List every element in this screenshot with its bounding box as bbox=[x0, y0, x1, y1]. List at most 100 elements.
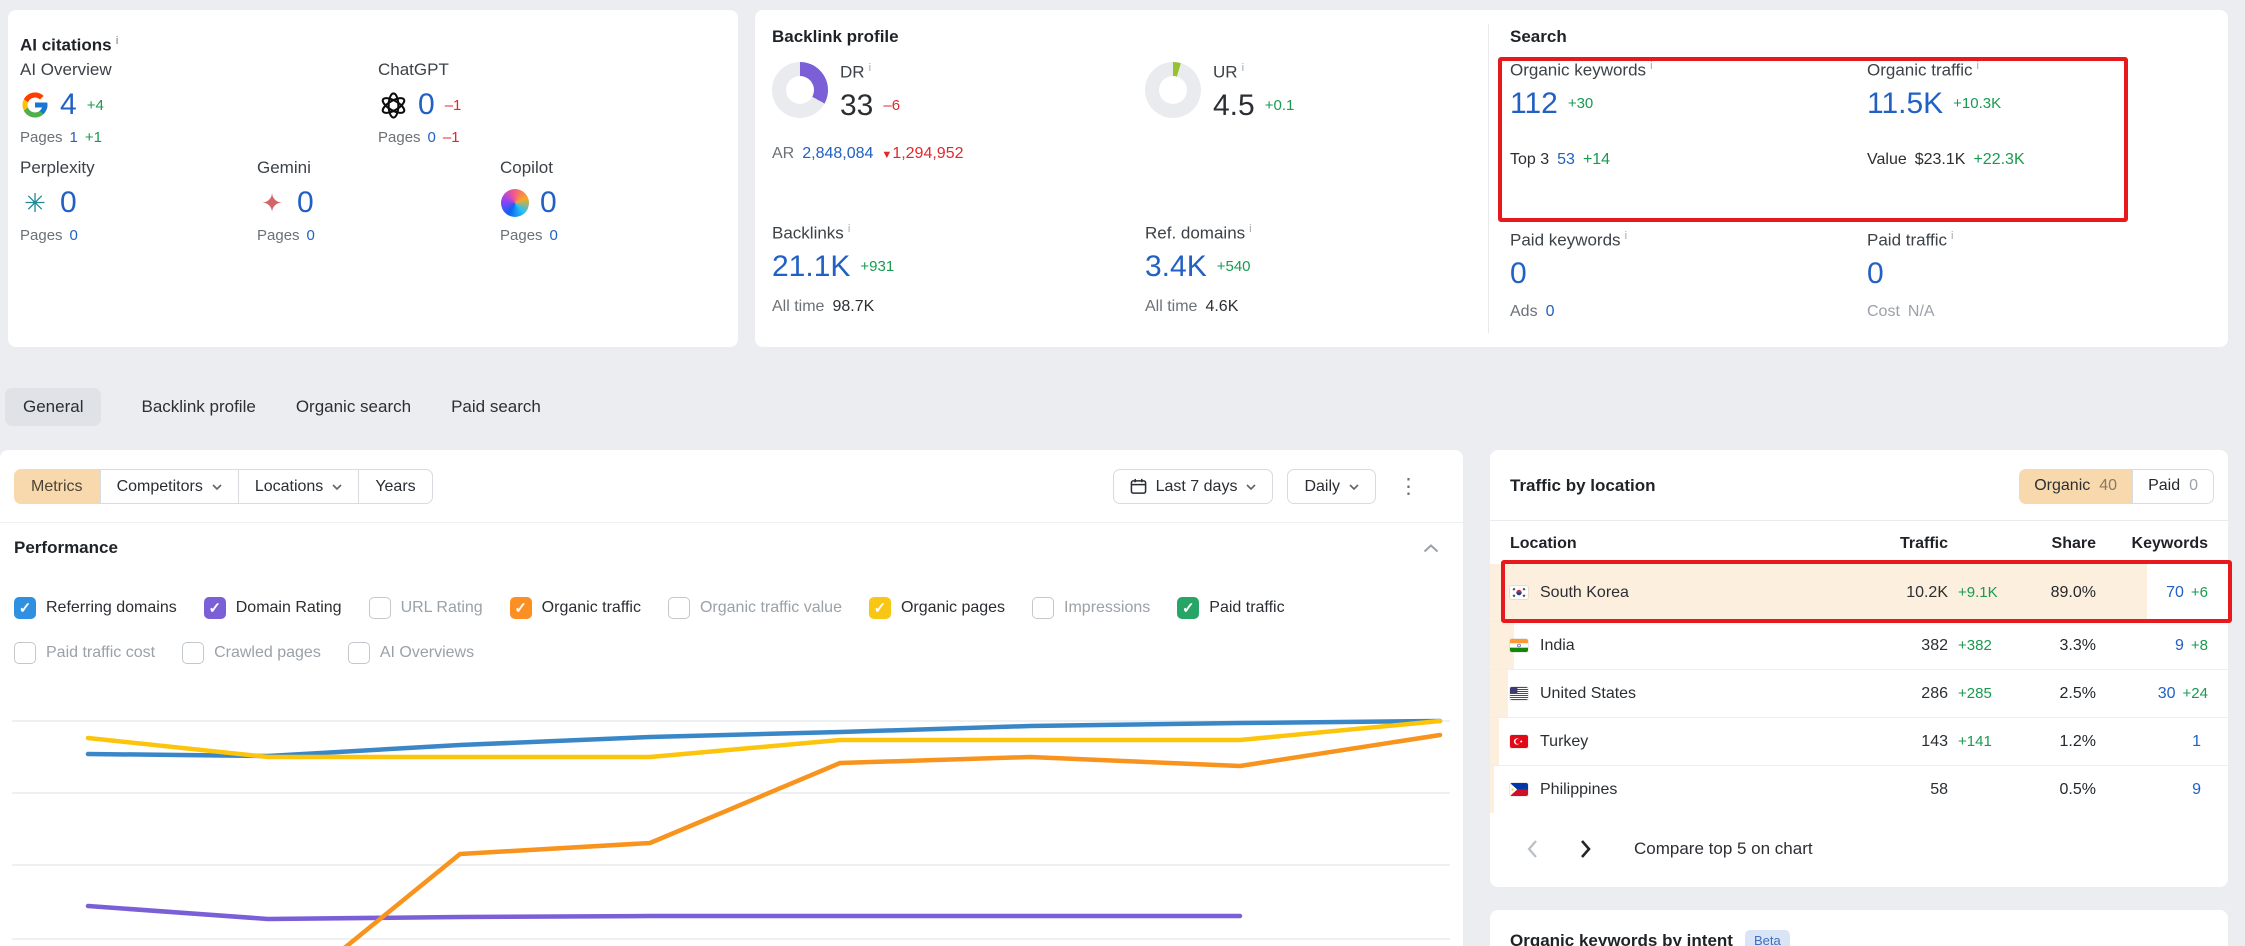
alltime-label: All time bbox=[1145, 298, 1197, 316]
dr-block: DRi 33–6 AR2,848,084▼1,294,952 bbox=[772, 62, 964, 163]
paid-keywords-block: Paid keywordsi 0 Ads0 bbox=[1510, 230, 1627, 321]
tab-general[interactable]: General bbox=[5, 388, 101, 426]
ads-value[interactable]: 0 bbox=[1546, 303, 1555, 321]
date-range-dropdown[interactable]: Last 7 days bbox=[1113, 469, 1274, 504]
ar-label: AR bbox=[772, 145, 794, 163]
location-table-rows: South Korea 10.2K +9.1K 89.0% 70+6 India… bbox=[1490, 564, 2228, 813]
chatgpt-citations-value[interactable]: 0 bbox=[418, 88, 435, 122]
paid-keywords-value[interactable]: 0 bbox=[1510, 257, 1527, 291]
cost-label: Cost bbox=[1867, 303, 1900, 321]
location-row-india[interactable]: India 382 +382 3.3% 9+8 bbox=[1490, 621, 2228, 669]
top3-value[interactable]: 53 bbox=[1557, 151, 1575, 169]
chevron-down-icon bbox=[332, 484, 342, 490]
location-row-south-korea[interactable]: South Korea 10.2K +9.1K 89.0% 70+6 bbox=[1490, 564, 2228, 621]
checkbox-icon: ✓ bbox=[510, 597, 532, 619]
checkbox-organic-pages[interactable]: ✓Organic pages bbox=[869, 597, 1005, 619]
flag-philippines-icon bbox=[1510, 783, 1528, 796]
gemini-block: Gemini ✦ 0 Pages0 bbox=[257, 158, 315, 244]
cost-value: N/A bbox=[1908, 303, 1935, 321]
checkbox-paid-traffic[interactable]: ✓Paid traffic bbox=[1177, 597, 1284, 619]
perplexity-icon: ✳ bbox=[20, 188, 50, 218]
ref-domains-delta: +540 bbox=[1217, 258, 1251, 275]
report-tabs: General Backlink profile Organic search … bbox=[5, 388, 541, 426]
perplexity-label: Perplexity bbox=[20, 158, 95, 178]
chevron-down-icon bbox=[1246, 484, 1256, 490]
checkbox-organic-traffic[interactable]: ✓Organic traffic bbox=[510, 597, 641, 619]
card-divider bbox=[1488, 24, 1489, 333]
pages-value[interactable]: 0 bbox=[550, 227, 558, 244]
info-icon: i bbox=[1977, 60, 1979, 72]
pages-value[interactable]: 1 bbox=[70, 129, 78, 146]
organic-keywords-value[interactable]: 112 bbox=[1510, 87, 1558, 121]
dr-value: 33 bbox=[840, 89, 873, 123]
ur-label: URi bbox=[1213, 62, 1294, 83]
checkbox-organic-traffic-value[interactable]: ✓Organic traffic value bbox=[668, 597, 842, 619]
pages-label: Pages bbox=[257, 227, 300, 244]
checkbox-icon: ✓ bbox=[14, 642, 36, 664]
perplexity-citations-value[interactable]: 0 bbox=[60, 186, 77, 220]
organic-traffic-value[interactable]: 11.5K bbox=[1867, 87, 1943, 121]
info-icon: i bbox=[869, 62, 871, 74]
alltime-label: All time bbox=[772, 298, 824, 316]
checkbox-referring-domains[interactable]: ✓Referring domains bbox=[14, 597, 177, 619]
tab-backlink-profile[interactable]: Backlink profile bbox=[141, 388, 255, 426]
checkbox-ai-overviews[interactable]: ✓AI Overviews bbox=[348, 642, 474, 664]
info-icon: i bbox=[1650, 60, 1652, 72]
flag-india-icon bbox=[1510, 639, 1528, 652]
performance-line-chart[interactable] bbox=[0, 680, 1463, 946]
location-row-united-states[interactable]: United States 286 +285 2.5% 30+24 bbox=[1490, 669, 2228, 717]
ur-donut-chart bbox=[1145, 62, 1201, 118]
traffic-by-location-card: Traffic by location Organic40 Paid0 Loca… bbox=[1490, 450, 2228, 887]
chevron-down-icon bbox=[1349, 484, 1359, 490]
granularity-dropdown[interactable]: Daily bbox=[1287, 469, 1376, 504]
compare-top5-link[interactable]: Compare top 5 on chart bbox=[1634, 839, 1813, 859]
paid-traffic-block: Paid traffici 0 Cost N/A bbox=[1867, 230, 1953, 321]
pages-label: Pages bbox=[20, 129, 63, 146]
copilot-citations-value[interactable]: 0 bbox=[540, 186, 557, 220]
pages-value[interactable]: 0 bbox=[428, 129, 436, 146]
locations-dropdown[interactable]: Locations bbox=[239, 469, 360, 504]
checkbox-crawled-pages[interactable]: ✓Crawled pages bbox=[182, 642, 321, 664]
toggle-organic[interactable]: Organic40 bbox=[2019, 469, 2132, 504]
column-keywords: Keywords bbox=[2096, 535, 2208, 553]
copilot-label: Copilot bbox=[500, 158, 558, 178]
value-delta: +22.3K bbox=[1973, 151, 2024, 169]
beta-badge: Beta bbox=[1745, 930, 1790, 946]
pages-value[interactable]: 0 bbox=[70, 227, 78, 244]
backlinks-value[interactable]: 21.1K bbox=[772, 250, 850, 284]
paid-traffic-value[interactable]: 0 bbox=[1867, 257, 1884, 291]
checkbox-domain-rating[interactable]: ✓Domain Rating bbox=[204, 597, 342, 619]
paid-traffic-label: Paid traffici bbox=[1867, 230, 1953, 251]
tab-paid-search[interactable]: Paid search bbox=[451, 388, 541, 426]
organic-keywords-by-intent-card: Organic keywords by intent Beta bbox=[1490, 910, 2228, 946]
toggle-paid[interactable]: Paid0 bbox=[2132, 469, 2214, 504]
ai-overview-citations-value[interactable]: 4 bbox=[60, 88, 77, 122]
performance-title: Performance bbox=[14, 538, 118, 558]
ur-delta: +0.1 bbox=[1265, 97, 1295, 114]
checkbox-url-rating[interactable]: ✓URL Rating bbox=[369, 597, 483, 619]
gemini-citations-value[interactable]: 0 bbox=[297, 186, 314, 220]
collapse-chevron-icon[interactable] bbox=[1423, 544, 1439, 553]
checkbox-paid-traffic-cost[interactable]: ✓Paid traffic cost bbox=[14, 642, 155, 664]
pages-delta: –1 bbox=[443, 129, 460, 146]
location-row-philippines[interactable]: Philippines 58 0.5% 9 bbox=[1490, 765, 2228, 813]
next-page-icon[interactable] bbox=[1580, 839, 1592, 859]
checkbox-impressions[interactable]: ✓Impressions bbox=[1032, 597, 1150, 619]
metrics-button[interactable]: Metrics bbox=[14, 469, 100, 504]
tab-organic-search[interactable]: Organic search bbox=[296, 388, 411, 426]
ads-label: Ads bbox=[1510, 303, 1538, 321]
organic-traffic-delta: +10.3K bbox=[1953, 95, 2001, 112]
more-options-kebab-icon[interactable]: ⋮ bbox=[1390, 474, 1427, 499]
metric-checkbox-row-2: ✓Paid traffic cost ✓Crawled pages ✓AI Ov… bbox=[14, 642, 474, 664]
location-row-turkey[interactable]: Turkey 143 +141 1.2% 1 bbox=[1490, 717, 2228, 765]
pages-label: Pages bbox=[500, 227, 543, 244]
competitors-dropdown[interactable]: Competitors bbox=[100, 469, 239, 504]
ref-domains-label: Ref. domainsi bbox=[1145, 223, 1252, 244]
ref-domains-block: Ref. domainsi 3.4K+540 All time4.6K bbox=[1145, 223, 1252, 316]
ref-domains-value[interactable]: 3.4K bbox=[1145, 250, 1207, 284]
prev-page-icon[interactable] bbox=[1526, 839, 1538, 859]
pages-value[interactable]: 0 bbox=[307, 227, 315, 244]
ar-value[interactable]: 2,848,084 bbox=[802, 145, 873, 163]
years-button[interactable]: Years bbox=[359, 469, 432, 504]
backlinks-block: Backlinksi 21.1K+931 All time98.7K bbox=[772, 223, 894, 316]
